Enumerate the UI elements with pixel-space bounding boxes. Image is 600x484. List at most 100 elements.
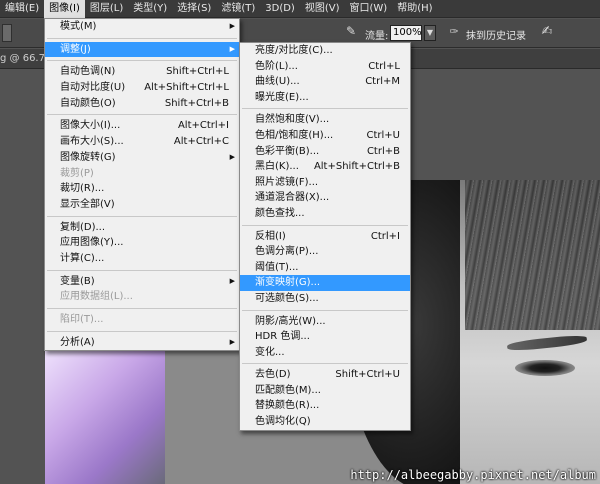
menu-item-label: 自然饱和度(V)... bbox=[255, 114, 330, 126]
menu-item-apply-image[interactable]: 应用图像(Y)... bbox=[45, 235, 239, 251]
menu-item-variations[interactable]: 变化... bbox=[240, 345, 410, 361]
menu-item-channel-mixer[interactable]: 通道混合器(X)... bbox=[240, 190, 410, 206]
menu-item-shortcut: Ctrl+U bbox=[366, 129, 401, 141]
airbrush-icon[interactable]: ✑ bbox=[447, 25, 461, 41]
menu-item-vibrance[interactable]: 自然饱和度(V)... bbox=[240, 112, 410, 128]
menu-item-mode[interactable]: 模式(M) ▶ bbox=[45, 19, 239, 35]
menu-item-label: 分析(A) bbox=[60, 336, 95, 348]
menu-item-label: 模式(M) bbox=[60, 21, 97, 32]
menu-item-label: 裁剪(P) bbox=[60, 167, 94, 179]
menu-item-black-white[interactable]: 黑白(K)... Alt+Shift+Ctrl+B bbox=[240, 159, 410, 175]
menu-item-label: 自动颜色(O) bbox=[60, 97, 116, 109]
menu-item-gradient-map[interactable]: 渐变映射(G)... bbox=[240, 275, 410, 291]
menu-view[interactable]: 视图(V) bbox=[300, 0, 345, 18]
menu-item-curves[interactable]: 曲线(U)... Ctrl+M bbox=[240, 74, 410, 90]
menu-item-label: HDR 色调... bbox=[255, 331, 310, 343]
submenu-arrow-icon: ▶ bbox=[229, 152, 235, 161]
menu-item-label: 曲线(U)... bbox=[255, 76, 300, 88]
menu-item-shortcut: Ctrl+M bbox=[365, 76, 400, 88]
menu-item-auto-contrast[interactable]: 自动对比度(U) Alt+Shift+Ctrl+L bbox=[45, 80, 239, 96]
menu-item-label: 照片滤镜(F)... bbox=[255, 176, 319, 188]
tool-preset-button[interactable] bbox=[2, 24, 12, 42]
menu-separator bbox=[242, 309, 408, 311]
menu-item-auto-color[interactable]: 自动颜色(O) Shift+Ctrl+B bbox=[45, 96, 239, 112]
menu-item-reveal-all[interactable]: 显示全部(V) bbox=[45, 197, 239, 213]
menu-filter[interactable]: 滤镜(T) bbox=[216, 0, 260, 18]
menu-item-hue-saturation[interactable]: 色相/饱和度(H)... Ctrl+U bbox=[240, 128, 410, 144]
menu-item-exposure[interactable]: 曝光度(E)... bbox=[240, 90, 410, 106]
menu-item-photo-filter[interactable]: 照片滤镜(F)... bbox=[240, 175, 410, 191]
menu-separator bbox=[47, 330, 237, 332]
menu-item-color-lookup[interactable]: 颜色查找... bbox=[240, 206, 410, 222]
tablet-pressure-icon[interactable]: ✍ bbox=[538, 24, 556, 42]
menu-item-hdr-toning[interactable]: HDR 色调... bbox=[240, 329, 410, 345]
menu-item-adjustments[interactable]: 调整(J) ▶ bbox=[45, 41, 239, 58]
watermark: http://albeegabby.pixnet.net/album bbox=[350, 468, 596, 482]
menu-window[interactable]: 窗口(W) bbox=[345, 0, 393, 18]
flow-dropdown-arrow-icon[interactable]: ▼ bbox=[424, 25, 436, 41]
menu-item-replace-color[interactable]: 替换颜色(R)... bbox=[240, 398, 410, 414]
menu-item-shortcut: Ctrl+L bbox=[368, 60, 400, 72]
menu-edit[interactable]: 编辑(E) bbox=[0, 0, 44, 18]
submenu-arrow-icon: ▶ bbox=[229, 337, 235, 346]
menu-item-label: 自动对比度(U) bbox=[60, 82, 126, 94]
menu-item-image-size[interactable]: 图像大小(I)... Alt+Ctrl+I bbox=[45, 118, 239, 134]
menu-layer[interactable]: 图层(L) bbox=[85, 0, 128, 18]
menu-3d[interactable]: 3D(D) bbox=[260, 0, 300, 18]
menu-item-apply-data-set: 应用数据组(L)... bbox=[45, 289, 239, 305]
menu-image[interactable]: 图像(I) bbox=[44, 0, 85, 18]
menu-item-shortcut: Alt+Ctrl+I bbox=[177, 120, 229, 132]
menu-item-label: 变量(B) bbox=[60, 275, 95, 287]
menu-item-desaturate[interactable]: 去色(D) Shift+Ctrl+U bbox=[240, 367, 410, 383]
menu-item-label: 通道混合器(X)... bbox=[255, 192, 330, 204]
menu-item-label: 调整(J) bbox=[60, 43, 91, 55]
menu-item-shadows-highlights[interactable]: 阴影/高光(W)... bbox=[240, 314, 410, 330]
menu-select[interactable]: 选择(S) bbox=[172, 0, 216, 18]
menu-item-brightness-contrast[interactable]: 亮度/对比度(C)... bbox=[240, 43, 410, 59]
menu-item-label: 应用数据组(L)... bbox=[60, 291, 133, 303]
menu-item-label: 自动色调(N) bbox=[60, 66, 116, 78]
menu-item-label: 亮度/对比度(C)... bbox=[255, 45, 333, 56]
menu-item-label: 阈值(T)... bbox=[255, 261, 299, 273]
pressure-opacity-icon[interactable]: ✎ bbox=[343, 24, 359, 42]
menu-separator bbox=[47, 60, 237, 62]
menu-item-selective-color[interactable]: 可选颜色(S)... bbox=[240, 291, 410, 307]
flow-label: 流量: bbox=[365, 31, 389, 42]
document-tab[interactable]: g @ 66.7 bbox=[0, 53, 45, 64]
menu-item-shortcut: Shift+Ctrl+B bbox=[164, 97, 229, 109]
menu-help[interactable]: 帮助(H) bbox=[392, 0, 437, 18]
flow-input[interactable]: 100% bbox=[390, 25, 422, 41]
menu-item-match-color[interactable]: 匹配颜色(M)... bbox=[240, 383, 410, 399]
menu-item-label: 阴影/高光(W)... bbox=[255, 315, 326, 327]
menu-item-shortcut: Alt+Ctrl+C bbox=[173, 136, 229, 148]
menu-item-color-balance[interactable]: 色彩平衡(B)... Ctrl+B bbox=[240, 144, 410, 160]
menu-item-shortcut: Ctrl+B bbox=[366, 145, 400, 157]
menu-separator bbox=[47, 308, 237, 309]
menu-item-trap: 陷印(T)... bbox=[45, 312, 239, 328]
menu-item-duplicate[interactable]: 复制(D)... bbox=[45, 220, 239, 236]
menu-item-shortcut: Ctrl+I bbox=[370, 230, 400, 242]
menu-item-invert[interactable]: 反相(I) Ctrl+I bbox=[240, 229, 410, 245]
menu-item-trim[interactable]: 裁切(R)... bbox=[45, 181, 239, 197]
menu-type[interactable]: 类型(Y) bbox=[128, 0, 172, 18]
purple-light-region bbox=[45, 340, 165, 484]
menu-item-threshold[interactable]: 阈值(T)... bbox=[240, 260, 410, 276]
image-menu: 模式(M) ▶ 调整(J) ▶ 自动色调(N) Shift+Ctrl+L 自动对比度(… bbox=[44, 18, 240, 352]
menu-separator bbox=[242, 224, 408, 226]
menu-item-auto-tone[interactable]: 自动色调(N) Shift+Ctrl+L bbox=[45, 64, 239, 80]
menu-item-analysis[interactable]: 分析(A) ▶ bbox=[45, 335, 239, 351]
menu-item-canvas-size[interactable]: 画布大小(S)... Alt+Ctrl+C bbox=[45, 134, 239, 150]
menu-item-equalize[interactable]: 色调均化(Q) bbox=[240, 414, 410, 430]
menu-item-crop: 裁剪(P) bbox=[45, 166, 239, 182]
erase-to-history-checkbox[interactable]: 抹到历史记录 bbox=[466, 27, 526, 42]
menu-item-label: 去色(D) bbox=[255, 369, 291, 381]
menu-item-image-rotation[interactable]: 图像旋转(G) ▶ bbox=[45, 150, 239, 166]
menu-item-label: 色阶(L)... bbox=[255, 60, 298, 72]
menu-item-posterize[interactable]: 色调分离(P)... bbox=[240, 244, 410, 260]
menu-item-calculations[interactable]: 计算(C)... bbox=[45, 251, 239, 267]
menu-item-levels[interactable]: 色阶(L)... Ctrl+L bbox=[240, 59, 410, 75]
menu-item-variables[interactable]: 变量(B) ▶ bbox=[45, 274, 239, 290]
menu-separator bbox=[47, 269, 237, 271]
adjustments-submenu: 亮度/对比度(C)... 色阶(L)... Ctrl+L 曲线(U)... Ctrl… bbox=[239, 42, 411, 431]
menu-item-label: 计算(C)... bbox=[60, 252, 105, 264]
